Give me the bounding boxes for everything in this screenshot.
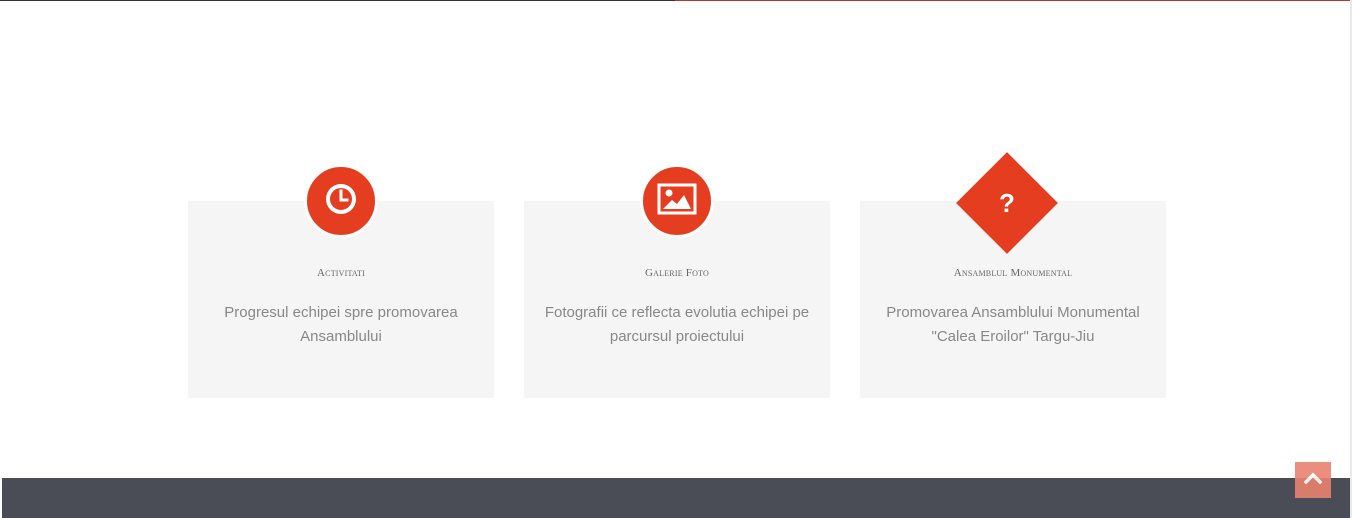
back-to-top-button[interactable] (1295, 462, 1331, 498)
feature-badge-galerie[interactable] (640, 164, 714, 238)
image-icon (657, 182, 697, 221)
feature-description: Progresul echipei spre promovarea Ansamb… (224, 304, 458, 345)
feature-title[interactable]: Activitati (188, 267, 494, 279)
top-border-accent (675, 0, 1352, 1)
footer-bar (2, 478, 1350, 518)
question-icon: ? (999, 188, 1015, 218)
feature-description: Promovarea Ansamblului Monumental "Calea… (886, 304, 1140, 345)
clock-icon (324, 182, 358, 221)
feature-description: Fotografii ce reflecta evolutia echipei … (544, 304, 810, 345)
feature-badge-activitati[interactable] (304, 164, 378, 238)
chevron-up-icon (1303, 471, 1323, 489)
feature-title[interactable]: Ansamblul Monumental (860, 267, 1166, 279)
feature-title[interactable]: Galerie Foto (524, 267, 830, 279)
